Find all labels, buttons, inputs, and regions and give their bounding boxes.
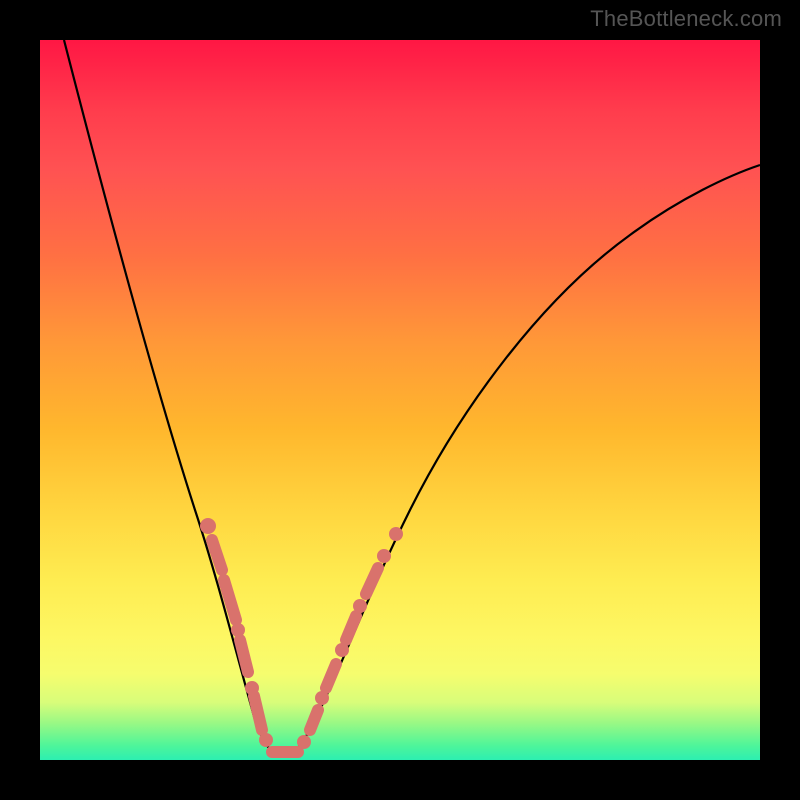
bottleneck-curve bbox=[40, 40, 760, 760]
left-highlight-cluster bbox=[200, 518, 273, 747]
right-highlight-cluster bbox=[297, 527, 403, 749]
curve-path bbox=[64, 40, 760, 756]
watermark-text: TheBottleneck.com bbox=[590, 6, 782, 32]
plot-area bbox=[40, 40, 760, 760]
chart-frame: TheBottleneck.com bbox=[0, 0, 800, 800]
